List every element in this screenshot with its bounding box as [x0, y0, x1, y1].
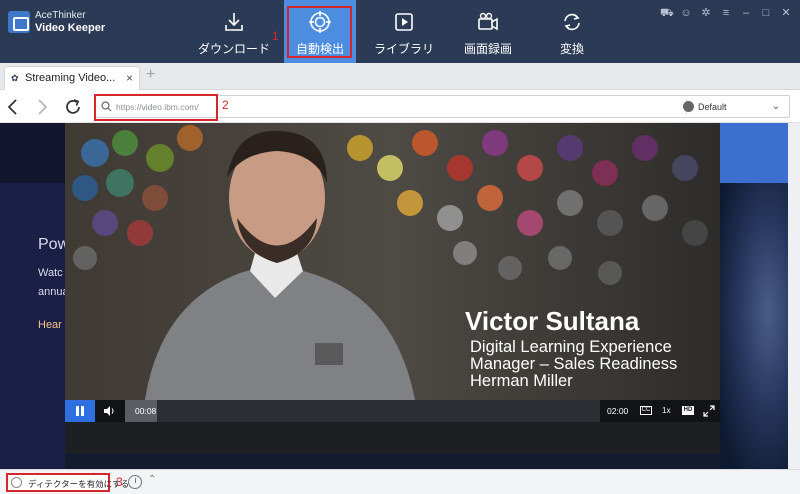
app-brand: AceThinker Video Keeper — [35, 9, 105, 35]
convert-icon — [564, 13, 580, 31]
captions-button[interactable]: CC — [640, 406, 652, 415]
app-logo-icon — [8, 11, 30, 33]
camera-icon — [478, 12, 498, 31]
target-icon — [309, 11, 331, 33]
window-controls: ⛟ ☺ ✲ ≡ – □ ✕ — [660, 7, 792, 19]
product-name: Video Keeper — [35, 22, 106, 34]
chevron-up-icon[interactable]: ⌃ — [148, 474, 156, 485]
enable-detector-label: ディテクターを有効にする — [28, 479, 130, 489]
hd-button[interactable]: HD — [682, 406, 694, 415]
pause-button[interactable] — [65, 400, 95, 422]
globe-icon — [683, 101, 694, 112]
page-text-line-1: Watc — [38, 267, 63, 279]
page-banner — [0, 123, 65, 183]
nav-download-label: ダウンロード — [198, 42, 271, 56]
forward-icon[interactable] — [32, 97, 52, 117]
annotation-1: 1 — [272, 29, 279, 43]
page-text-line-2: annua — [38, 286, 69, 298]
tab-favicon-icon: ✿ — [11, 73, 19, 83]
vertical-scrollbar[interactable] — [788, 123, 800, 469]
player-controls: 00:08 02:00 CC 1x HD — [65, 400, 720, 422]
annotation-3: 3 — [116, 475, 123, 489]
current-time: 00:08 — [135, 406, 157, 416]
nav-library-label: ライブラリ — [373, 42, 434, 56]
refresh-icon[interactable] — [63, 97, 83, 117]
download-icon — [225, 13, 243, 31]
volume-icon[interactable] — [103, 405, 115, 417]
highlight-box-url — [94, 94, 218, 121]
lower-third-name: Victor Sultana — [465, 306, 640, 336]
lower-third-line-3: Herman Miller — [470, 372, 573, 390]
browser-tab[interactable]: ✿ Streaming Video... × — [4, 66, 140, 90]
nav-screen-record-label: 画面録画 — [463, 42, 512, 56]
annotation-2: 2 — [222, 98, 229, 112]
progress-bar[interactable] — [125, 400, 600, 422]
duration: 02:00 — [607, 406, 629, 416]
nav-auto-detect-label: 自動検出 — [295, 42, 344, 56]
close-icon[interactable]: ✕ — [780, 7, 792, 19]
status-bar: ディテクターを有効にする 3 ⌃ — [0, 469, 800, 494]
back-icon[interactable] — [3, 97, 23, 117]
search-engine-select[interactable]: Default — [698, 102, 727, 112]
minimize-icon[interactable]: – — [740, 7, 752, 19]
nav-library-button[interactable]: ライブラリ — [368, 0, 440, 63]
brand-name: AceThinker — [35, 10, 86, 21]
nav-screen-record-button[interactable]: 画面録画 — [452, 0, 524, 63]
cart-icon[interactable]: ⛟ — [660, 7, 674, 19]
speed-button[interactable]: 1x — [662, 406, 670, 415]
menu-icon[interactable]: ≡ — [720, 7, 732, 19]
detector-icon — [11, 477, 22, 488]
browser-tab-strip: ✿ Streaming Video... × — [0, 63, 800, 90]
play-library-icon — [395, 13, 413, 31]
apps-icon[interactable]: ✲ — [700, 7, 712, 19]
tab-close-icon[interactable]: × — [126, 71, 133, 85]
tab-title: Streaming Video... — [25, 72, 116, 84]
fullscreen-icon[interactable] — [703, 405, 715, 417]
history-icon[interactable] — [128, 475, 142, 489]
chevron-down-icon[interactable]: ⌄ — [772, 101, 780, 112]
video-player[interactable]: Victor Sultana Digital Learning Experien… — [65, 123, 720, 453]
app-toolbar: AceThinker Video Keeper ダウンロード 自動検出 ライブラ… — [0, 0, 800, 63]
video-frame[interactable]: Victor Sultana Digital Learning Experien… — [65, 123, 720, 400]
user-icon[interactable]: ☺ — [680, 7, 692, 19]
maximize-icon[interactable]: □ — [760, 7, 772, 19]
nav-convert-button[interactable]: 変換 — [536, 0, 608, 63]
nav-convert-label: 変換 — [559, 42, 584, 56]
nav-download-button[interactable]: ダウンロード — [198, 0, 270, 63]
new-tab-button[interactable]: + — [146, 66, 155, 84]
enable-detector-button[interactable]: ディテクターを有効にする — [6, 473, 129, 492]
nav-auto-detect-button[interactable]: 自動検出 — [284, 0, 356, 63]
